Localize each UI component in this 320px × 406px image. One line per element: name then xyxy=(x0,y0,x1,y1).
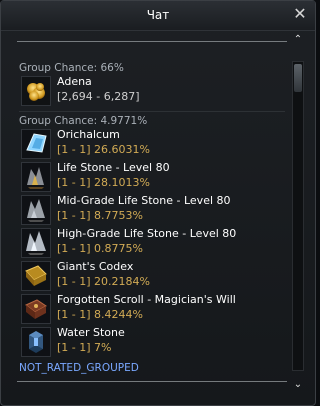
item-chance: [1 - 1] 8.7753% xyxy=(57,209,143,222)
item-name: Forgotten Scroll - Magician's Will xyxy=(57,293,236,306)
item-name: High-Grade Life Stone - Level 80 xyxy=(57,227,237,240)
bottom-divider xyxy=(17,381,287,382)
list-item[interactable]: Forgotten Scroll - Magician's Will [1 - … xyxy=(19,293,285,326)
giants-codex-icon xyxy=(21,261,51,291)
forgotten-scroll-icon xyxy=(21,294,51,324)
high-grade-life-stone-icon xyxy=(21,228,51,258)
item-name: Mid-Grade Life Stone - Level 80 xyxy=(57,194,231,207)
titlebar: Чат ✕ xyxy=(1,1,315,31)
window-title: Чат xyxy=(146,8,170,22)
group-divider xyxy=(19,111,285,112)
not-rated-grouped-link[interactable]: NOT_RATED_GROUPED xyxy=(19,361,285,375)
scroll-up-icon[interactable]: ⌃ xyxy=(291,34,305,46)
drop-list: Group Chance: 66% Adena [2,694 - 6,287] … xyxy=(19,59,285,377)
list-item[interactable]: Giant's Codex [1 - 1] 20.2184% xyxy=(19,260,285,293)
chat-window: Чат ✕ ⌃ Group Chance: 66% Adena [2,694 -… xyxy=(0,0,316,406)
list-item[interactable]: Adena [2,694 - 6,287] xyxy=(19,75,285,108)
item-chance: [1 - 1] 28.1013% xyxy=(57,176,150,189)
item-name: Life Stone - Level 80 xyxy=(57,161,170,174)
item-name: Orichalcum xyxy=(57,128,120,141)
scroll-down-icon[interactable]: ⌄ xyxy=(291,379,305,391)
scrollbar[interactable] xyxy=(292,61,304,371)
item-name: Water Stone xyxy=(57,326,125,339)
item-chance: [1 - 1] 20.2184% xyxy=(57,275,150,288)
scroll-thumb[interactable] xyxy=(294,64,302,92)
item-chance: [1 - 1] 0.8775% xyxy=(57,242,143,255)
water-stone-icon xyxy=(21,327,51,357)
life-stone-icon xyxy=(21,162,51,192)
item-name: Giant's Codex xyxy=(57,260,134,273)
item-chance: [1 - 1] 26.6031% xyxy=(57,143,150,156)
list-item[interactable]: High-Grade Life Stone - Level 80 [1 - 1]… xyxy=(19,227,285,260)
list-item[interactable]: Orichalcum [1 - 1] 26.6031% xyxy=(19,128,285,161)
mid-grade-life-stone-icon xyxy=(21,195,51,225)
item-name: Adena xyxy=(57,75,92,88)
list-item[interactable]: Water Stone [1 - 1] 7% xyxy=(19,326,285,359)
list-item[interactable]: Mid-Grade Life Stone - Level 80 [1 - 1] … xyxy=(19,194,285,227)
close-button[interactable]: ✕ xyxy=(291,5,309,23)
orichalcum-icon xyxy=(21,129,51,159)
group-header: Group Chance: 66% xyxy=(19,62,124,74)
top-divider xyxy=(17,41,287,42)
group-header: Group Chance: 4.9771% xyxy=(19,115,148,127)
item-quantity: [2,694 - 6,287] xyxy=(57,90,140,103)
adena-icon xyxy=(21,76,51,106)
list-item[interactable]: Life Stone - Level 80 [1 - 1] 28.1013% xyxy=(19,161,285,194)
item-chance: [1 - 1] 8.4244% xyxy=(57,308,143,321)
item-chance: [1 - 1] 7% xyxy=(57,341,112,354)
